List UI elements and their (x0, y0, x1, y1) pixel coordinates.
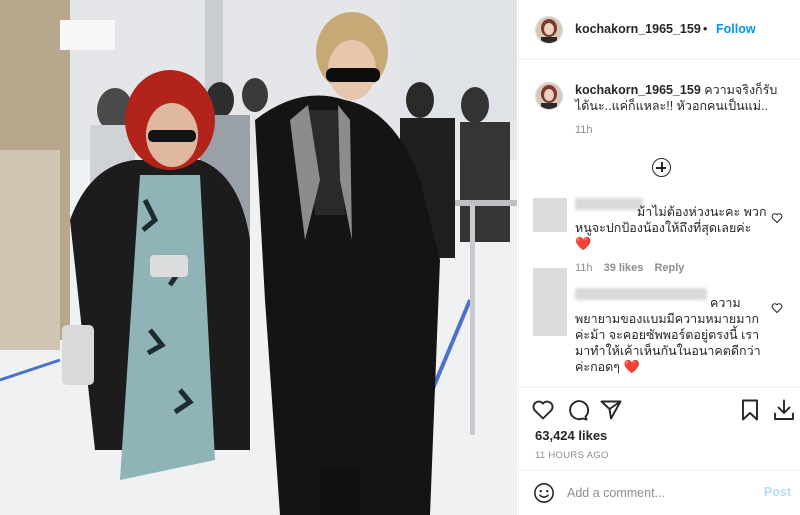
avatar-image (536, 83, 562, 109)
comment-avatar-blurred[interactable] (533, 268, 567, 336)
like-count[interactable]: 63,424 likes (535, 428, 607, 443)
post-comment-button[interactable]: Post (764, 485, 791, 499)
comment-text: ม้าไม่ต้องห่วงนะคะ พวกหนูจะปกป้องน้องให้… (575, 204, 771, 252)
photo-illustration (0, 0, 517, 515)
reply-button[interactable]: Reply (654, 262, 684, 274)
comment-meta: 11h 39 likes Reply (575, 262, 692, 274)
header-username[interactable]: kochakorn_1965_159 (575, 22, 701, 36)
bookmark-icon[interactable] (738, 398, 762, 422)
comment-avatar-blurred[interactable] (533, 198, 567, 232)
post-photo[interactable] (0, 0, 517, 515)
follow-button[interactable]: Follow (716, 22, 756, 36)
comment-text: ความพยายามของแบมมีความหมายมากค่ะม้า จะคอ… (575, 295, 771, 375)
post-header: kochakorn_1965_159 • Follow (519, 0, 800, 60)
comment-time[interactable]: 11h (575, 262, 593, 274)
avatar[interactable] (535, 16, 563, 44)
like-comment-heart-icon[interactable] (771, 302, 783, 314)
caption-text-block: kochakorn_1965_159 ความจริงก็รับได้นะ..แ… (575, 82, 780, 114)
avatar-image (536, 17, 562, 43)
comment-body: ม้าไม่ต้องห่วงนะคะ พวกหนูจะปกป้องน้องให้… (575, 205, 767, 235)
instagram-post: kochakorn_1965_159 • Follow kochakorn_19… (0, 0, 800, 515)
download-icon[interactable] (772, 398, 796, 422)
post-side-panel: kochakorn_1965_159 • Follow kochakorn_19… (518, 0, 800, 515)
caption-time[interactable]: 11h (575, 124, 593, 136)
separator-dot: • (703, 22, 708, 36)
load-more-comments-icon[interactable] (652, 158, 671, 177)
caption-avatar[interactable] (535, 82, 563, 110)
comment-body: ความพยายามของแบมมีความหมายมากค่ะม้า จะคอ… (575, 296, 761, 374)
heart-icon[interactable] (531, 398, 555, 422)
share-icon[interactable] (599, 398, 623, 422)
like-comment-heart-icon[interactable] (771, 212, 783, 224)
post-timestamp[interactable]: 11 HOURS AGO (535, 450, 609, 461)
add-comment-bar: Post (519, 470, 800, 515)
emoji-icon[interactable] (533, 482, 555, 504)
comment-input[interactable] (567, 483, 757, 503)
red-heart-emoji: ❤️ (575, 236, 592, 251)
comment-likes[interactable]: 39 likes (604, 262, 644, 274)
red-heart-emoji: ❤️ (623, 359, 640, 374)
comment-icon[interactable] (565, 398, 589, 422)
caption-username[interactable]: kochakorn_1965_159 (575, 83, 701, 97)
